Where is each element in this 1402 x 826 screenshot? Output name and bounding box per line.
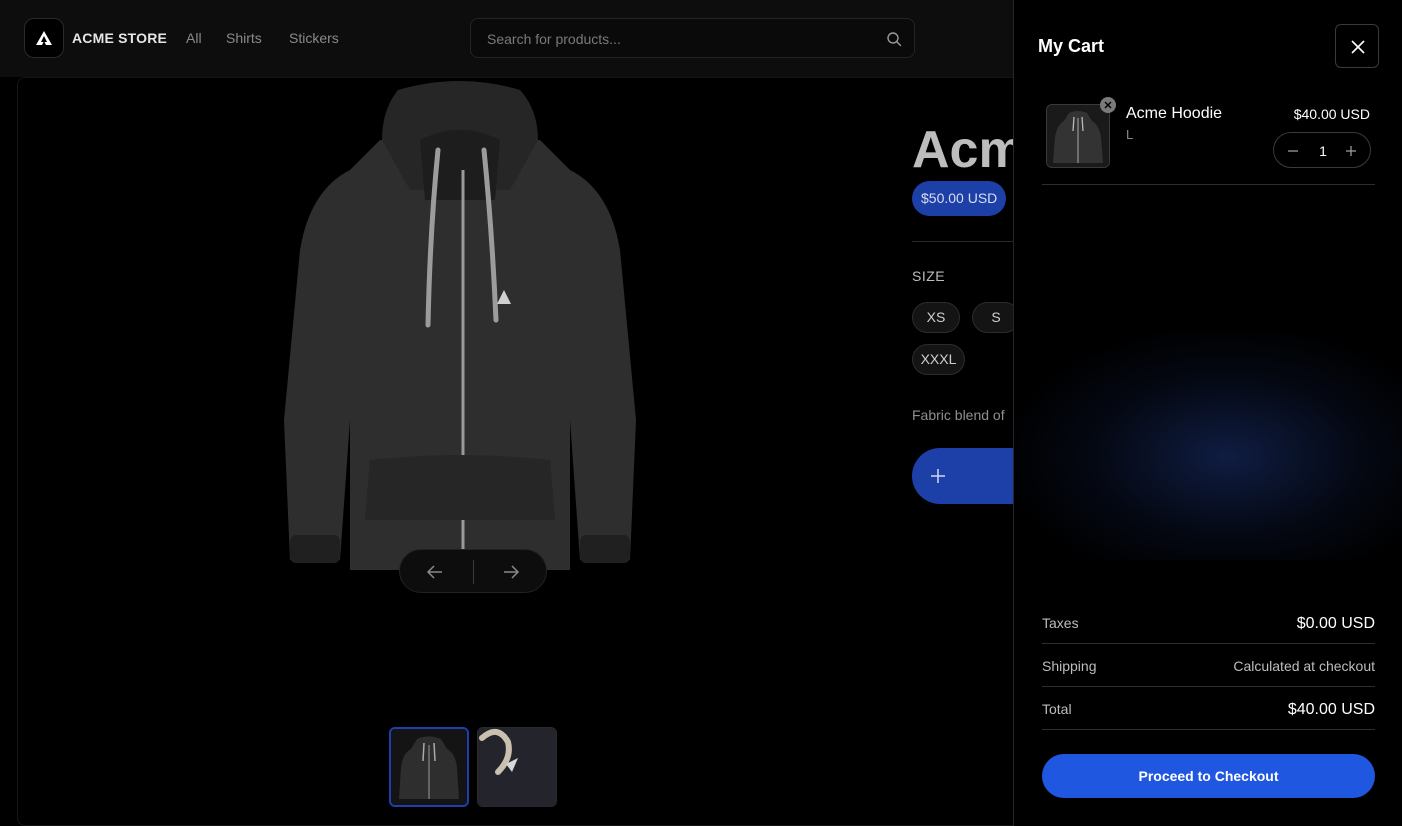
cart-item-variant: L	[1126, 127, 1134, 142]
quantity-stepper: 1	[1273, 132, 1371, 168]
cart-drawer: My Cart Acme Hoodie L $40.00 USD 1 Taxes…	[1013, 0, 1402, 826]
product-price-badge: $50.00 USD	[912, 181, 1007, 216]
search-placeholder: Search for products...	[487, 31, 621, 47]
arrow-right-icon[interactable]	[500, 561, 522, 583]
size-label: SIZE	[912, 268, 946, 284]
gallery-navigation	[399, 549, 547, 593]
arrow-left-icon[interactable]	[424, 561, 446, 583]
brand-name[interactable]: ACME STORE	[72, 30, 167, 46]
add-to-cart-button[interactable]	[912, 448, 1013, 504]
cart-item-price: $40.00 USD	[1293, 106, 1370, 122]
nav-link-stickers[interactable]: Stickers	[289, 30, 339, 46]
checkout-button[interactable]: Proceed to Checkout	[1042, 754, 1375, 798]
close-icon	[1351, 40, 1365, 54]
cart-background-glow	[1014, 330, 1402, 560]
shipping-label: Shipping	[1042, 658, 1097, 674]
remove-item-button[interactable]	[1100, 97, 1116, 113]
close-cart-button[interactable]	[1335, 24, 1379, 68]
search-input[interactable]: Search for products...	[470, 18, 915, 58]
total-value: $40.00 USD	[1287, 701, 1375, 718]
product-divider	[912, 241, 1013, 242]
total-label: Total	[1042, 701, 1072, 717]
shipping-value: Calculated at checkout	[1233, 658, 1375, 674]
taxes-row: Taxes $0.00 USD	[1042, 601, 1375, 644]
thumbnail-hoodie-front[interactable]	[389, 727, 469, 807]
plus-icon[interactable]	[1344, 144, 1358, 158]
taxes-value: $0.00 USD	[1296, 615, 1375, 632]
total-row: Total $40.00 USD	[1042, 687, 1375, 730]
cart-item-image[interactable]	[1046, 104, 1110, 168]
remove-icon	[1104, 101, 1112, 109]
acme-logo-icon	[36, 31, 52, 45]
size-option-xxxl[interactable]: XXXL	[912, 344, 965, 375]
gallery-nav-divider	[473, 560, 474, 584]
thumbnail-hoodie-detail[interactable]	[477, 727, 557, 807]
nav-link-all[interactable]: All	[186, 30, 202, 46]
shipping-row: Shipping Calculated at checkout	[1042, 644, 1375, 687]
cart-item-divider	[1042, 184, 1375, 185]
product-image	[284, 81, 636, 570]
product-description: Fabric blend of	[912, 407, 1005, 423]
cart-item-name[interactable]: Acme Hoodie	[1126, 105, 1222, 123]
cart-title: My Cart	[1038, 36, 1105, 56]
product-title: Acm	[912, 121, 1025, 179]
search-icon[interactable]	[886, 31, 902, 47]
nav-link-shirts[interactable]: Shirts	[226, 30, 262, 46]
taxes-label: Taxes	[1042, 615, 1079, 631]
plus-icon	[931, 469, 945, 483]
logo[interactable]	[24, 18, 64, 58]
size-option-xs[interactable]: XS	[912, 302, 960, 333]
